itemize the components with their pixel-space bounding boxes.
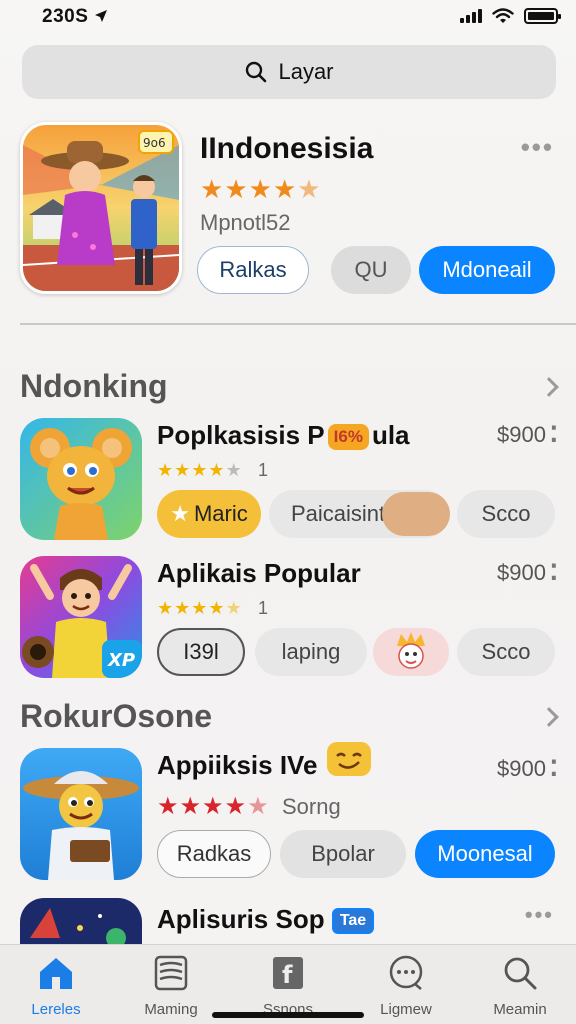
status-bar: 230S [0, 0, 576, 34]
search-icon [246, 61, 267, 83]
tag-bpolar[interactable]: Bpolar [280, 830, 406, 878]
tab-label: Ligmew [380, 1001, 432, 1018]
chat-bubble-icon [386, 953, 426, 993]
home-icon [36, 953, 76, 993]
tag-i39l[interactable]: I39l [157, 628, 245, 676]
app-name-text: Poplkasisis P [157, 420, 325, 450]
tag-label: Paicaisint [291, 501, 386, 526]
app-row-2[interactable]: XP Aplikais Popular $900 ⁚ ★ ★ ★ ★ ★ 1 I39l … [20, 556, 560, 680]
app-icon-space[interactable] [20, 898, 142, 944]
featured-button-ralkas[interactable]: Ralkas [197, 246, 309, 294]
app-name: Aplisuris Sop Tae [157, 904, 375, 935]
tab-label: Maming [144, 1001, 198, 1018]
rating-label: Sorng [282, 794, 341, 819]
tag-laping[interactable]: laping [255, 628, 367, 676]
tab-maming[interactable]: Maming [121, 953, 221, 1023]
tag-sticker[interactable] [373, 628, 449, 676]
rating-count: 1 [258, 598, 269, 618]
app-row-3[interactable]: Appiiksis IVe $900 ⁚ ★ ★ ★ ★ ★ Sorng Radkas … [20, 742, 560, 880]
home-indicator[interactable] [212, 1012, 364, 1018]
rating-stars: ★ ★ ★ ★ ★ [157, 598, 242, 618]
tag-maric[interactable]: ★ Maric [157, 490, 261, 538]
search-bar[interactable]: Layar [22, 45, 556, 99]
status-time: 230S [42, 6, 89, 27]
rating-stars: ★ ★ ★ ★ ★ [157, 793, 269, 820]
featured-app-card[interactable]: 9o6 IIndonesisia ••• ★ ★ ★ ★ ★ Mpnotl52 Ralk… [20, 122, 560, 294]
status-icons [460, 8, 561, 24]
tag-label: Maric [193, 501, 248, 526]
app-row-4[interactable]: Aplisuris Sop Tae ••• [20, 898, 560, 944]
app-name: Appiiksis IVe [157, 742, 373, 781]
cellular-signal-icon [460, 9, 482, 23]
more-options-icon[interactable]: ••• [525, 902, 554, 928]
app-icon-boy[interactable]: XP [20, 556, 142, 678]
featured-rating-stars: ★ ★ ★ ★ ★ [200, 174, 321, 204]
chevron-right-icon[interactable] [539, 377, 559, 397]
battery-icon [524, 8, 561, 24]
tag-scco[interactable]: Scco [457, 628, 555, 676]
svg-text:XP: XP [107, 650, 135, 671]
star-icon: ★ [170, 501, 190, 526]
get-button[interactable]: Moonesal [415, 830, 555, 878]
app-icon-cowboy[interactable] [20, 748, 142, 880]
featured-app-title: IIndonesisia [200, 132, 374, 165]
svg-text:f: f [282, 961, 293, 989]
section-divider [20, 323, 576, 325]
app-name-badge: I6% [327, 424, 369, 451]
search-label: Layar [278, 59, 334, 84]
tab-ligmew[interactable]: Ligmew [356, 953, 456, 1023]
app-row-1[interactable]: Poplkasisis P I6% ula $900 ⁚ ★ ★ ★ ★ ★ 1 ★ Mari… [20, 418, 560, 542]
smiling-face-icon [326, 742, 371, 777]
featured-app-icon[interactable]: 9o6 [20, 122, 182, 294]
section-title-rokurosone: RokurOsone [20, 698, 213, 734]
search-icon [500, 953, 540, 993]
layers-icon [151, 953, 191, 993]
tab-label: Lereles [31, 1001, 81, 1018]
app-name-text: Aplisuris Sop [157, 904, 325, 934]
rating-count: 1 [258, 460, 269, 480]
app-name-badge: Tae [331, 908, 375, 935]
featured-get-button[interactable]: Mdoneail [419, 246, 555, 294]
app-icon-mouse[interactable] [20, 418, 142, 540]
app-price: $900 [497, 422, 546, 447]
svg-text:9o6: 9o6 [143, 136, 166, 150]
section-title-ndonking: Ndonking [20, 368, 168, 404]
tag-highlight-blob [382, 492, 450, 536]
wifi-icon [492, 8, 514, 23]
tag-scco[interactable]: Scco [457, 490, 555, 538]
more-options-icon[interactable]: ⁚ [550, 560, 558, 586]
app-name: Aplikais Popular [157, 558, 361, 588]
location-arrow-icon [95, 10, 107, 22]
rating-stars: ★ ★ ★ ★ ★ [157, 460, 242, 480]
app-name-text: Appiiksis IVe [157, 750, 318, 780]
app-name: Poplkasisis P I6% ula [157, 420, 410, 451]
tab-lereles[interactable]: Lereles [6, 953, 106, 1023]
featured-app-subtitle: Mpnotl52 [200, 210, 291, 235]
chevron-right-icon[interactable] [539, 707, 559, 727]
cartoon-sticker-icon [397, 632, 425, 669]
tab-meamin[interactable]: Meamin [470, 953, 570, 1023]
app-name-tail: ula [371, 420, 410, 450]
more-options-icon[interactable]: ••• [521, 132, 554, 163]
tab-label: Meamin [493, 1001, 547, 1018]
f-book-icon: f [268, 953, 308, 993]
more-options-icon[interactable]: ⁚ [550, 756, 558, 782]
tag-radkas[interactable]: Radkas [157, 830, 271, 878]
app-price: $900 [497, 560, 546, 585]
app-price: $900 [497, 756, 546, 781]
featured-button-qu[interactable]: QU [331, 246, 411, 294]
more-options-icon[interactable]: ⁚ [550, 422, 558, 448]
